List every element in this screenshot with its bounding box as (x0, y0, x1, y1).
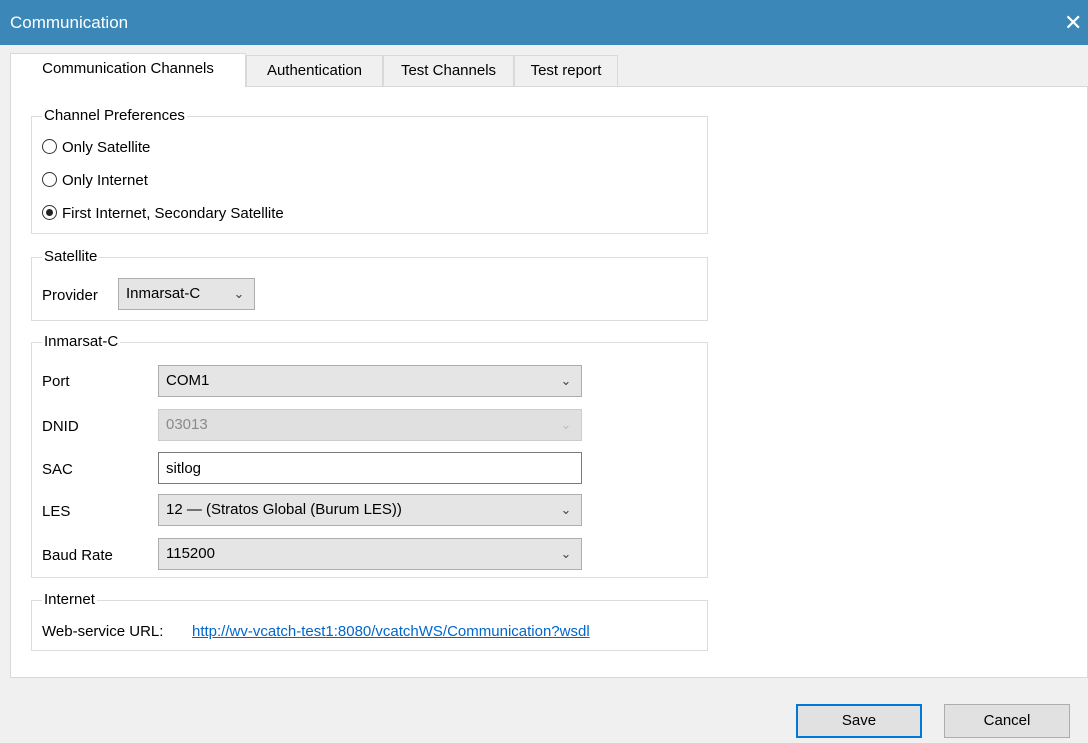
radio-label: First Internet, Secondary Satellite (62, 205, 284, 222)
cancel-button[interactable]: Cancel (944, 704, 1070, 738)
tab-label: Test Channels (400, 62, 497, 79)
internet-group: Internet Web-service URL: http://wv-vcat… (31, 591, 708, 651)
close-icon[interactable]: ✕ (1064, 0, 1088, 45)
dnid-label: DNID (42, 418, 79, 435)
tab-communication-channels[interactable]: Communication Channels (10, 53, 246, 87)
inmarsat-c-legend: Inmarsat-C (42, 333, 121, 351)
les-select[interactable]: 12 — (Stratos Global (Burum LES)) ⌄ (158, 494, 582, 526)
channel-preferences-group: Channel Preferences Only Satellite Only … (31, 107, 708, 234)
provider-label: Provider (42, 287, 98, 304)
internet-legend: Internet (42, 591, 97, 609)
tab-test-channels[interactable]: Test Channels (383, 55, 514, 87)
radio-only-satellite[interactable]: Only Satellite (42, 137, 150, 159)
provider-select[interactable]: Inmarsat-C ⌄ (118, 278, 255, 310)
dnid-select: 03013 ⌄ (158, 409, 582, 441)
chevron-down-icon: ⌄ (233, 286, 245, 301)
satellite-legend: Satellite (42, 248, 100, 266)
baud-rate-label: Baud Rate (42, 547, 113, 564)
web-service-url-link[interactable]: http://wv-vcatch-test1:8080/vcatchWS/Com… (192, 622, 590, 642)
tab-label: Communication Channels (42, 60, 214, 77)
tab-authentication[interactable]: Authentication (246, 55, 383, 87)
provider-value: Inmarsat-C (126, 285, 201, 302)
inmarsat-c-group: Inmarsat-C Port COM1 ⌄ DNID 03013 ⌄ SAC … (31, 333, 708, 578)
les-label: LES (42, 503, 71, 520)
satellite-group: Satellite Provider Inmarsat-C ⌄ (31, 248, 708, 321)
save-button[interactable]: Save (796, 704, 922, 738)
radio-first-internet-secondary-satellite[interactable]: First Internet, Secondary Satellite (42, 203, 284, 225)
les-value: 12 — (Stratos Global (Burum LES)) (166, 501, 402, 518)
port-value: COM1 (166, 372, 210, 389)
radio-button[interactable] (42, 138, 57, 154)
title-bar: Communication ✕ (0, 0, 1088, 45)
radio-button[interactable] (42, 171, 57, 187)
window-title: Communication (10, 13, 129, 32)
tab-panel: Channel Preferences Only Satellite Only … (10, 86, 1088, 678)
tab-test-report[interactable]: Test report (514, 55, 618, 87)
channel-preferences-legend: Channel Preferences (42, 107, 187, 125)
radio-label: Only Satellite (62, 139, 151, 156)
tab-label: Test report (530, 62, 602, 79)
chevron-down-icon: ⌄ (560, 546, 572, 561)
radio-label: Only Internet (62, 172, 148, 189)
dnid-value: 03013 (166, 416, 208, 433)
sac-label: SAC (42, 461, 73, 478)
port-label: Port (42, 373, 70, 390)
radio-only-internet[interactable]: Only Internet (42, 170, 148, 192)
chevron-down-icon: ⌄ (560, 417, 572, 432)
baud-rate-select[interactable]: 115200 ⌄ (158, 538, 582, 570)
chevron-down-icon: ⌄ (560, 373, 572, 388)
chevron-down-icon: ⌄ (560, 502, 572, 517)
radio-button-selected[interactable] (42, 204, 57, 220)
tab-label: Authentication (266, 62, 363, 79)
sac-input[interactable] (158, 452, 582, 484)
baud-rate-value: 115200 (166, 545, 215, 562)
port-select[interactable]: COM1 ⌄ (158, 365, 582, 397)
web-service-url-label: Web-service URL: (42, 623, 164, 640)
